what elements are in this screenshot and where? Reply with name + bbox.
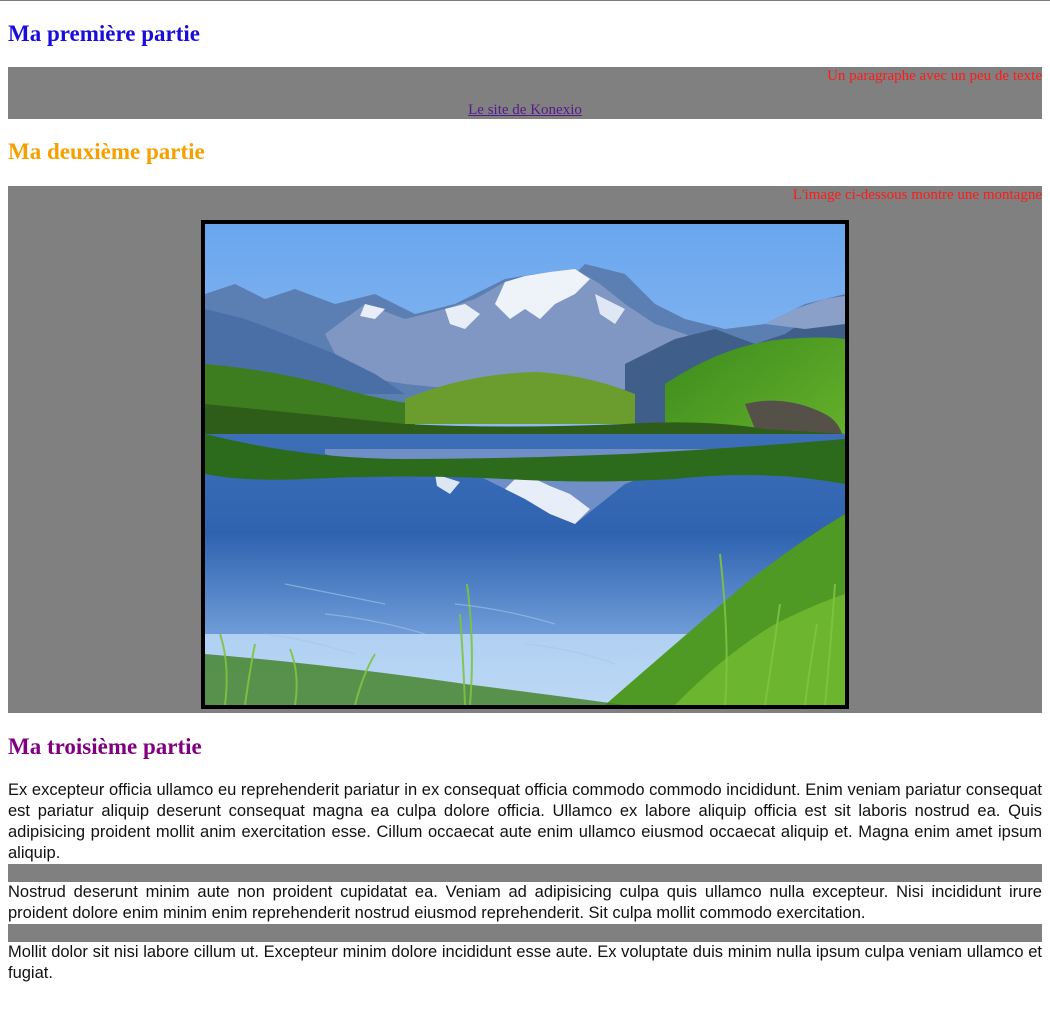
site-link-wrapper: Le site de Konexio [8,101,1042,119]
konexio-link[interactable]: Le site de Konexio [468,102,582,118]
lorem-paragraph-2: Nostrud deserunt minim aute non proident… [8,883,1042,922]
grey-divider-1 [8,864,1042,882]
section-title-part2: Ma deuxième partie [8,139,205,164]
image-caption: L'image ci-dessous montre une montagne [792,187,1042,203]
page: Ma première partie Un paragraphe avec un… [0,1,1050,984]
section-title-part3: Ma troisième partie [8,734,202,759]
section-title-part1: Ma première partie [8,21,201,46]
grey-divider-2 [8,924,1042,942]
mountain-image [201,220,849,709]
section-box-part2: L'image ci-dessous montre une montagne [8,186,1042,713]
lorem-paragraph-3: Mollit dolor sit nisi labore cillum ut. … [8,943,1042,982]
lorem-paragraph-1: Ex excepteur officia ullamco eu reprehen… [8,781,1042,862]
mountain-lake-illustration [205,224,845,705]
section-box-part1: Un paragraphe avec un peu de texte Le si… [8,67,1042,119]
intro-paragraph: Un paragraphe avec un peu de texte [827,68,1042,84]
